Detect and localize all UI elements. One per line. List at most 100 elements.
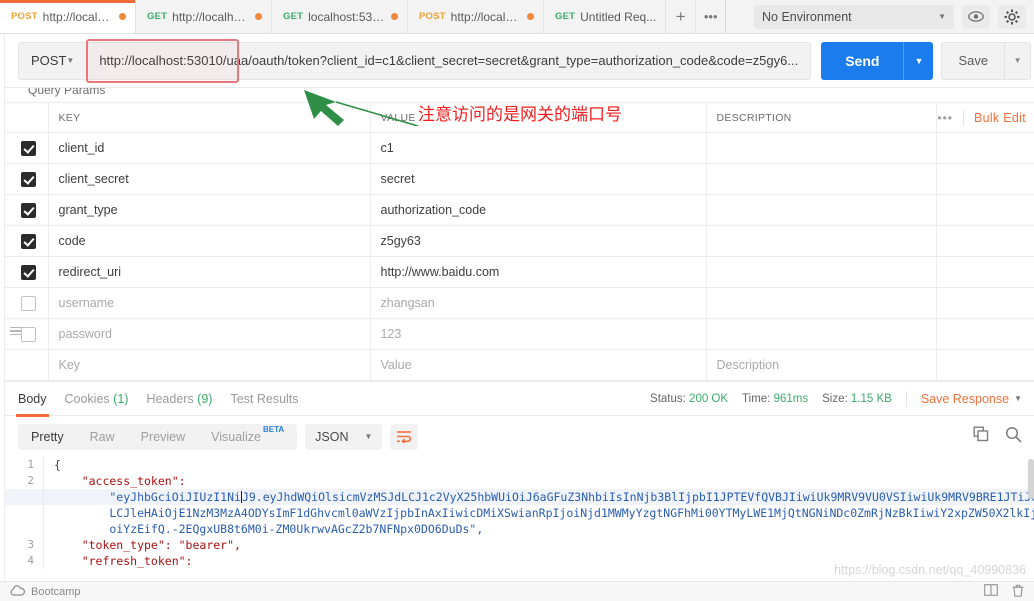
gear-icon[interactable]: [998, 4, 1026, 29]
param-enabled-checkbox[interactable]: [20, 326, 36, 342]
eye-icon[interactable]: [962, 4, 990, 29]
copy-icon[interactable]: [973, 426, 989, 447]
tab-body[interactable]: Body: [16, 382, 48, 417]
line-content: "token_type": "bearer",: [54, 538, 241, 552]
param-value[interactable]: zhangsan: [370, 287, 707, 319]
time-stat: Time: 961ms: [742, 392, 809, 405]
tab-unsaved-dot-2: [391, 13, 398, 20]
send-button[interactable]: Send ▼: [821, 41, 934, 80]
param-actions: [936, 194, 1034, 226]
param-description[interactable]: [706, 287, 937, 319]
save-options-chevron-down-icon[interactable]: ▼: [1004, 42, 1030, 79]
new-tab-button[interactable]: +: [666, 0, 697, 33]
param-key-placeholder[interactable]: Key: [48, 349, 371, 381]
response-format-selector[interactable]: JSON ▼: [305, 423, 383, 450]
word-wrap-icon[interactable]: [390, 423, 419, 450]
code-scrollbar-thumb[interactable]: [1028, 459, 1034, 499]
annotation-text: 注意访问的是网关的端口号: [418, 105, 622, 125]
http-method-selector[interactable]: POST ▼: [18, 41, 87, 80]
param-enabled-checkbox[interactable]: [20, 171, 36, 187]
table-row[interactable]: client_id c1: [0, 132, 1034, 164]
params-more-options-button[interactable]: •••: [937, 111, 953, 125]
param-actions: [936, 256, 1034, 288]
request-tab-3[interactable]: POST http://localh...: [408, 0, 544, 33]
param-key[interactable]: password: [48, 318, 371, 350]
tab-method-3: POST: [419, 11, 446, 22]
search-icon[interactable]: [1005, 426, 1022, 448]
left-rail: [0, 34, 5, 581]
status-bar-actions: [984, 584, 1034, 600]
request-tab-2[interactable]: GET localhost:530...: [272, 0, 408, 33]
environment-selector[interactable]: No Environment ▼: [754, 4, 954, 29]
table-row[interactable]: redirect_uri http://www.baidu.com: [0, 256, 1034, 288]
param-enabled-checkbox[interactable]: [20, 202, 36, 218]
chevron-down-icon: ▼: [66, 56, 75, 65]
request-tab-0[interactable]: POST http://localh...: [0, 0, 136, 33]
view-mode-preview[interactable]: Preview: [128, 424, 198, 450]
param-key[interactable]: grant_type: [48, 194, 371, 226]
param-description[interactable]: [706, 256, 937, 288]
param-description[interactable]: [706, 318, 937, 350]
tab-headers[interactable]: Headers (9): [146, 382, 212, 416]
param-value[interactable]: secret: [370, 163, 707, 195]
tab-test-results-label: Test Results: [230, 391, 299, 406]
tab-options-button[interactable]: •••: [696, 0, 727, 33]
environment-controls: No Environment ▼: [740, 0, 1034, 33]
param-enabled-checkbox[interactable]: [20, 233, 36, 249]
param-key[interactable]: client_id: [48, 132, 371, 164]
param-value[interactable]: z5gy63: [370, 225, 707, 257]
send-options-chevron-down-icon[interactable]: ▼: [903, 41, 933, 80]
param-description[interactable]: [706, 163, 937, 195]
table-row[interactable]: code z5gy63: [0, 225, 1034, 257]
param-description[interactable]: [706, 132, 937, 164]
annotation-arrow-icon: [300, 86, 420, 131]
param-value[interactable]: 123: [370, 318, 707, 350]
param-key[interactable]: client_secret: [48, 163, 371, 195]
param-value-placeholder[interactable]: Value: [370, 349, 707, 381]
status-value: 200 OK: [689, 392, 729, 405]
tab-title-1: http://localho...: [172, 9, 250, 24]
param-enabled-checkbox[interactable]: [20, 295, 36, 311]
app-name: Bootcamp: [31, 585, 81, 598]
beta-badge: BETA: [262, 424, 285, 434]
table-row[interactable]: Key Value Description: [0, 349, 1034, 381]
tab-test-results[interactable]: Test Results: [230, 382, 298, 416]
status-bar: Bootcamp: [0, 581, 1034, 601]
view-mode-visualize[interactable]: Visualize BETA: [198, 424, 297, 450]
request-tab-4[interactable]: GET Untitled Req...: [544, 0, 667, 33]
layout-icon[interactable]: [984, 584, 998, 599]
param-value[interactable]: c1: [370, 132, 707, 164]
request-tab-1[interactable]: GET http://localho...: [136, 0, 272, 33]
line-content: {: [54, 458, 61, 472]
table-row[interactable]: password 123: [0, 318, 1034, 350]
view-mode-pretty[interactable]: Pretty: [18, 424, 77, 450]
bulk-edit-button[interactable]: Bulk Edit: [974, 111, 1026, 125]
param-description[interactable]: [706, 225, 937, 257]
save-button[interactable]: Save ▼: [941, 41, 1032, 80]
param-description-placeholder[interactable]: Description: [706, 349, 937, 381]
response-body-toolbar: Pretty Raw Preview Visualize BETA JSON ▼: [0, 415, 1034, 457]
param-enabled-checkbox[interactable]: [20, 140, 36, 156]
line-number: 2: [0, 473, 44, 489]
url-input[interactable]: http://localhost:53010/uaa/oauth/token?c…: [86, 41, 812, 80]
param-key[interactable]: code: [48, 225, 371, 257]
tab-cookies[interactable]: Cookies (1): [65, 382, 129, 416]
save-response-button[interactable]: Save Response ▼: [921, 392, 1022, 406]
param-actions: [936, 132, 1034, 164]
divider: [905, 390, 907, 407]
table-row[interactable]: username zhangsan: [0, 287, 1034, 319]
trash-icon[interactable]: [1012, 584, 1024, 600]
line-number: [0, 489, 44, 505]
line-content: "access_token":: [54, 474, 186, 488]
table-row[interactable]: grant_type authorization_code: [0, 194, 1034, 226]
param-value[interactable]: authorization_code: [370, 194, 707, 226]
param-key[interactable]: redirect_uri: [48, 256, 371, 288]
param-enabled-checkbox[interactable]: [20, 264, 36, 280]
param-description[interactable]: [706, 194, 937, 226]
param-actions: [936, 349, 1034, 381]
param-key[interactable]: username: [48, 287, 371, 319]
param-value[interactable]: http://www.baidu.com: [370, 256, 707, 288]
view-mode-raw[interactable]: Raw: [77, 424, 128, 450]
cloud-icon[interactable]: [10, 584, 25, 599]
table-row[interactable]: client_secret secret: [0, 163, 1034, 195]
